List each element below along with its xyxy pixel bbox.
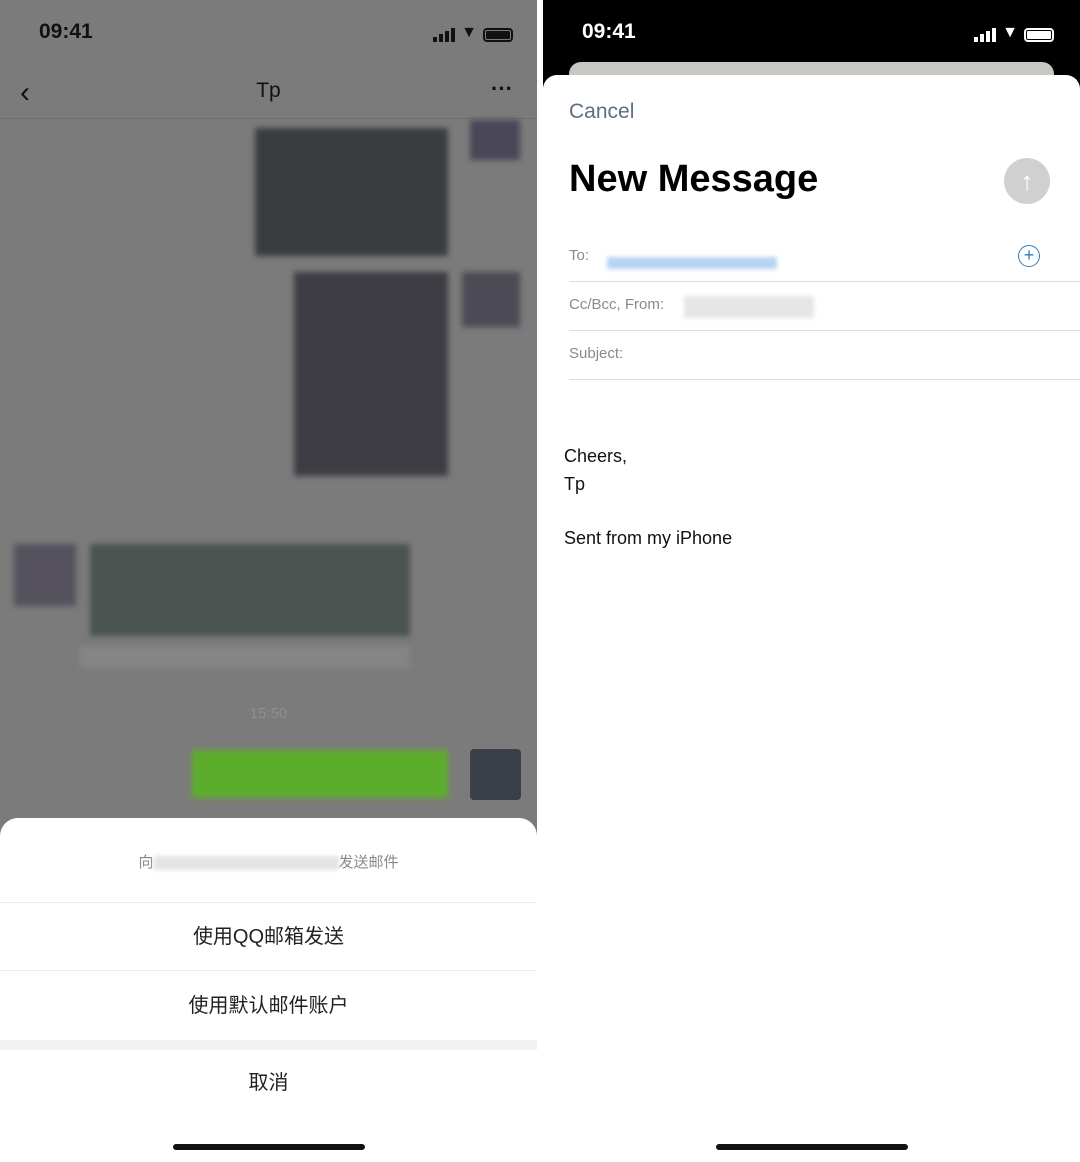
compose-sheet: Cancel New Message ↑ To: + Cc/Bcc, From:… bbox=[543, 75, 1080, 1162]
wifi-icon: ▼ bbox=[1002, 24, 1018, 41]
status-time: 09:41 bbox=[582, 20, 636, 43]
use-default-mail-account-option[interactable]: 使用默认邮件账户 bbox=[0, 970, 537, 1040]
compose-title: New Message bbox=[569, 158, 819, 200]
image-message[interactable] bbox=[255, 128, 448, 256]
cc-bcc-from-field[interactable]: Cc/Bcc, From: bbox=[569, 282, 1080, 331]
header-suffix: 发送邮件 bbox=[338, 854, 399, 871]
home-indicator bbox=[173, 1144, 365, 1150]
signal-icon bbox=[433, 28, 456, 42]
avatar bbox=[14, 544, 76, 606]
battery-icon bbox=[1024, 28, 1054, 42]
to-label: To: bbox=[569, 247, 590, 264]
subject-label: Subject: bbox=[569, 345, 624, 362]
status-time: 09:41 bbox=[39, 20, 93, 43]
mail-compose-screen: 09:41 ▼ Cancel New Message ↑ To: + Cc/Bc… bbox=[543, 0, 1080, 1162]
avatar bbox=[462, 272, 520, 327]
signature[interactable]: Sent from my iPhone bbox=[564, 528, 732, 549]
body-line[interactable]: Cheers, bbox=[564, 446, 627, 467]
image-message[interactable] bbox=[294, 272, 448, 476]
redacted-recipient bbox=[607, 257, 777, 269]
body-line[interactable]: Tp bbox=[564, 474, 585, 495]
redacted-sender bbox=[684, 296, 814, 318]
email-action-sheet: 向 发送邮件 使用QQ邮箱发送 使用默认邮件账户 取消 bbox=[0, 818, 537, 1162]
link-card-footer bbox=[80, 646, 410, 668]
more-button[interactable]: ··· bbox=[491, 76, 513, 102]
send-with-qq-mail-option[interactable]: 使用QQ邮箱发送 bbox=[0, 902, 537, 970]
redacted-email bbox=[153, 856, 339, 871]
wifi-icon: ▼ bbox=[461, 24, 477, 41]
status-icons: ▼ bbox=[974, 24, 1054, 42]
chat-timestamp: 15:50 bbox=[249, 705, 288, 722]
divider bbox=[0, 118, 537, 119]
text-message[interactable] bbox=[192, 750, 448, 798]
cancel-button[interactable]: Cancel bbox=[569, 100, 634, 124]
to-field[interactable]: To: + bbox=[569, 233, 1080, 282]
battery-icon bbox=[483, 28, 513, 42]
send-button[interactable]: ↑ bbox=[1004, 158, 1050, 204]
link-card-message[interactable] bbox=[90, 544, 410, 636]
chat-title: Tp bbox=[256, 79, 281, 102]
subject-field[interactable]: Subject: bbox=[569, 331, 1080, 380]
action-sheet-header: 向 发送邮件 bbox=[0, 851, 537, 872]
header-prefix: 向 bbox=[138, 854, 154, 871]
avatar bbox=[470, 120, 520, 160]
signal-icon bbox=[974, 28, 997, 42]
status-icons: ▼ bbox=[433, 24, 513, 42]
separator bbox=[0, 1040, 537, 1050]
cancel-option[interactable]: 取消 bbox=[0, 1050, 537, 1116]
add-contact-icon[interactable]: + bbox=[1018, 245, 1040, 267]
avatar bbox=[470, 749, 521, 800]
home-indicator bbox=[716, 1144, 908, 1150]
wechat-chat-screen: 09:41 ▼ ‹ Tp ··· 15:50 向发送邮件 使用QQ邮箱发送 使用… bbox=[0, 0, 537, 1162]
cc-bcc-from-label: Cc/Bcc, From: bbox=[569, 296, 665, 313]
